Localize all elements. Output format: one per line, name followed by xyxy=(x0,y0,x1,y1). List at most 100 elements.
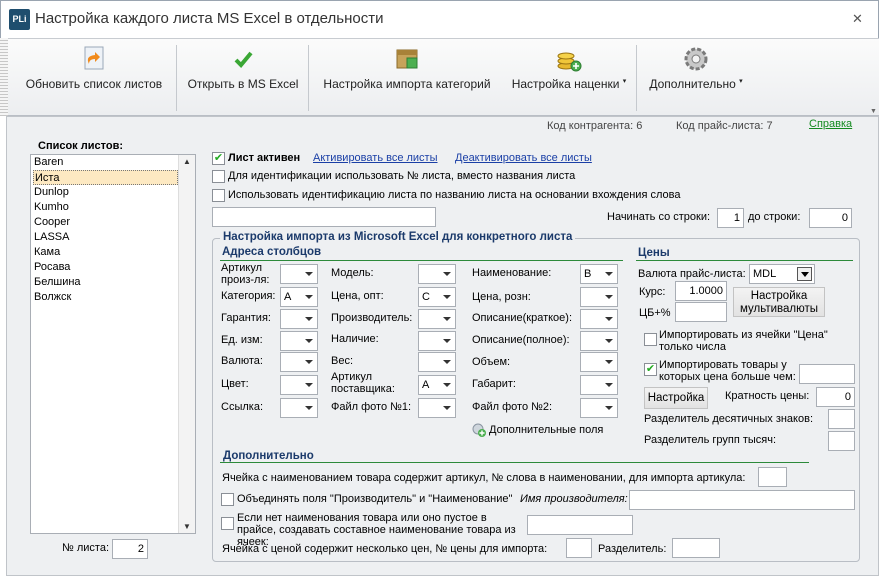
app-icon: PLi xyxy=(9,9,30,30)
currency-label: Валюта прайс-листа: xyxy=(638,268,746,280)
refresh-label: Обновить список листов xyxy=(25,77,163,91)
column-combo[interactable] xyxy=(580,398,618,418)
col-label: Производитель: xyxy=(331,312,413,324)
scroll-down-icon[interactable]: ▼ xyxy=(183,522,191,531)
col-label: Объем: xyxy=(472,356,511,368)
toolbar-separator xyxy=(176,45,177,111)
column-combo[interactable] xyxy=(580,309,618,329)
multicurrency-button[interactable]: Настройка мультивалюты xyxy=(733,287,825,317)
column-combo[interactable] xyxy=(280,398,318,418)
column-combo[interactable] xyxy=(418,264,456,284)
merge-fields-checkbox[interactable] xyxy=(221,493,234,506)
more-button[interactable]: Дополнительно ▾ xyxy=(640,39,752,116)
column-combo[interactable] xyxy=(580,375,618,395)
price-settings-button[interactable]: Настройка xyxy=(644,387,708,409)
column-combo[interactable] xyxy=(418,309,456,329)
col-label: Гарантия: xyxy=(221,312,271,324)
column-combo[interactable] xyxy=(580,287,618,307)
separator-field[interactable] xyxy=(672,538,720,558)
col-label: Цена, опт: xyxy=(331,290,384,302)
article-in-name-label: Ячейка с наименованием товара содержит а… xyxy=(222,472,746,484)
end-row-field[interactable]: 0 xyxy=(809,208,852,228)
column-combo[interactable] xyxy=(580,352,618,372)
list-item[interactable]: Dunlop xyxy=(33,185,178,200)
list-item[interactable]: Волжск xyxy=(33,290,178,305)
activate-all-link[interactable]: Активировать все листы xyxy=(313,152,438,164)
column-combo[interactable] xyxy=(280,264,318,284)
column-combo[interactable] xyxy=(280,375,318,395)
price-gt-checkbox[interactable]: ✔ xyxy=(644,363,657,376)
chevron-down-icon[interactable] xyxy=(797,267,812,281)
multiplicity-label: Кратность цены: xyxy=(725,390,810,402)
multi-price-field[interactable] xyxy=(566,538,592,558)
list-item[interactable]: Kumho xyxy=(33,200,178,215)
numbers-only-checkbox[interactable] xyxy=(644,333,657,346)
rate-label: Курс: xyxy=(639,286,666,298)
list-item[interactable]: Росава xyxy=(33,260,178,275)
sheet-word-input[interactable] xyxy=(212,207,436,227)
sheet-list[interactable]: Baren Иста Dunlop Kumho Cooper LASSA Кам… xyxy=(30,154,196,534)
sheet-number-field[interactable]: 2 xyxy=(112,539,148,559)
column-combo[interactable]: B xyxy=(580,264,618,284)
import-categories-button[interactable]: Настройка импорта категорий xyxy=(312,39,502,116)
list-item[interactable]: Cooper xyxy=(33,215,178,230)
list-item[interactable]: Кама xyxy=(33,245,178,260)
col-label: Вес: xyxy=(331,355,354,367)
use-word-checkbox[interactable] xyxy=(212,189,225,202)
toolbar-overflow-icon[interactable]: ▼ xyxy=(870,108,877,115)
contractor-code: Код контрагента: 6 xyxy=(547,120,643,132)
sheet-active-label: Лист активен xyxy=(228,152,301,164)
multiplicity-field[interactable]: 0 xyxy=(816,387,855,407)
manufacturer-name-field[interactable] xyxy=(629,490,855,510)
start-row-field[interactable]: 1 xyxy=(717,208,744,228)
toolbar-grip[interactable] xyxy=(0,38,8,116)
close-icon[interactable]: ✕ xyxy=(852,11,863,27)
decimal-separator-field[interactable] xyxy=(828,409,855,429)
col-label: Категория: xyxy=(221,290,276,302)
cb-percent-field[interactable] xyxy=(675,302,727,322)
list-item[interactable]: LASSA xyxy=(33,230,178,245)
list-item-selected[interactable]: Иста xyxy=(33,170,178,185)
gear-icon xyxy=(684,47,708,71)
decimal-separator-label: Разделитель десятичных знаков: xyxy=(644,413,814,425)
column-combo[interactable]: A xyxy=(280,287,318,307)
currency-select[interactable]: MDL xyxy=(749,264,815,284)
add-icon xyxy=(472,423,486,437)
group-separator-field[interactable] xyxy=(828,431,855,451)
start-row-label: Начинать со строки: xyxy=(607,211,711,223)
sheet-list-title: Список листов: xyxy=(38,140,124,152)
column-combo[interactable]: C xyxy=(418,287,456,307)
section-divider xyxy=(220,260,623,261)
column-combo[interactable] xyxy=(418,398,456,418)
column-combo[interactable] xyxy=(580,331,618,351)
rate-field[interactable]: 1.0000 xyxy=(675,281,727,301)
pricelist-code: Код прайс-листа: 7 xyxy=(676,120,773,132)
extra-fields-button[interactable]: Дополнительные поля xyxy=(472,423,612,439)
markup-settings-button[interactable]: Настройка наценки ▾ xyxy=(505,39,633,116)
list-item[interactable]: Белшина xyxy=(33,275,178,290)
sheet-active-checkbox[interactable]: ✔ xyxy=(212,152,225,165)
section-divider xyxy=(636,260,853,261)
scroll-up-icon[interactable]: ▲ xyxy=(183,157,191,166)
list-item[interactable]: Baren xyxy=(33,155,178,170)
help-link[interactable]: Справка xyxy=(809,118,852,130)
import-settings-title: Настройка импорта из Microsoft Excel для… xyxy=(220,231,576,243)
column-combo[interactable]: A xyxy=(418,375,456,395)
col-label: Цвет: xyxy=(221,378,249,390)
column-combo[interactable] xyxy=(418,331,456,351)
merge-fields-label: Объединять поля "Производитель" и "Наиме… xyxy=(237,493,513,505)
refresh-sheets-button[interactable]: Обновить список листов xyxy=(14,39,174,116)
compose-name-field[interactable] xyxy=(527,515,633,535)
article-word-field[interactable] xyxy=(758,467,787,487)
price-gt-field[interactable] xyxy=(799,364,855,384)
list-scrollbar[interactable]: ▲ ▼ xyxy=(178,155,195,533)
col-label: Валюта: xyxy=(221,355,263,367)
column-combo[interactable] xyxy=(280,331,318,351)
column-combo[interactable] xyxy=(280,309,318,329)
column-combo[interactable] xyxy=(280,352,318,372)
deactivate-all-link[interactable]: Деактивировать все листы xyxy=(455,152,592,164)
use-number-checkbox[interactable] xyxy=(212,170,225,183)
column-combo[interactable] xyxy=(418,352,456,372)
compose-name-checkbox[interactable] xyxy=(221,517,234,530)
open-excel-button[interactable]: Открыть в MS Excel xyxy=(180,39,306,116)
